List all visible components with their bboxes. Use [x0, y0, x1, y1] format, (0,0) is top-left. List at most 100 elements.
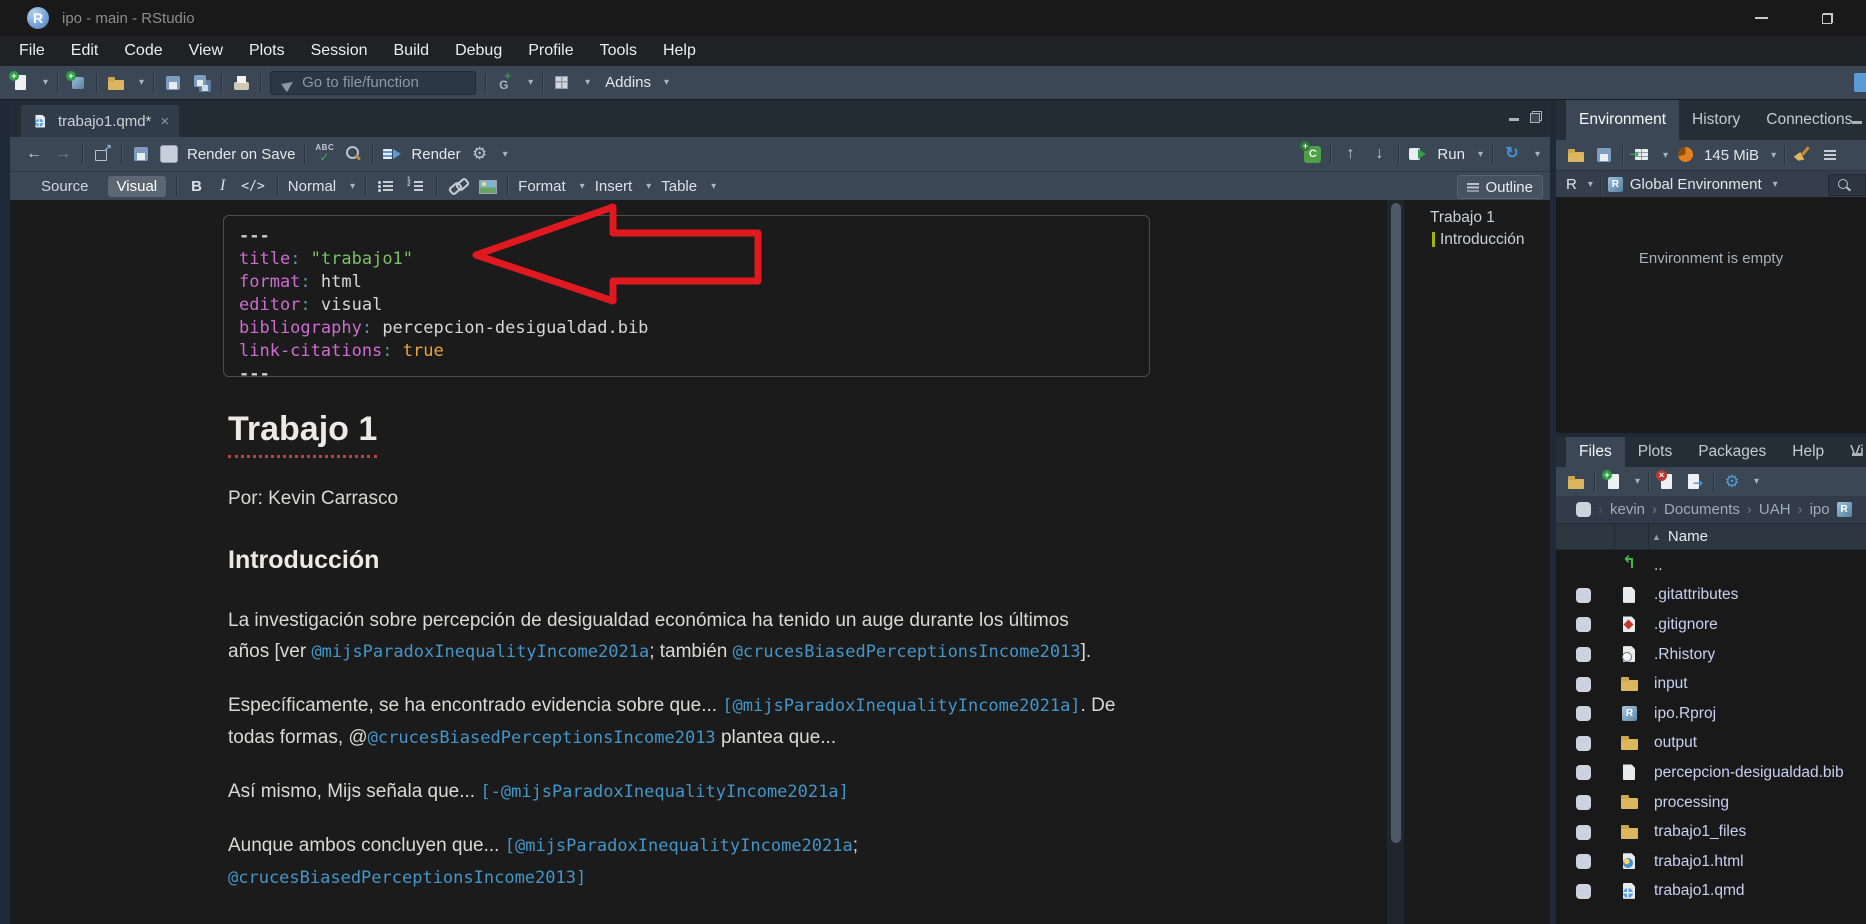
save-workspace-icon[interactable] — [1594, 145, 1614, 165]
files-tab-packages[interactable]: Packages — [1685, 437, 1779, 467]
env-tab-history[interactable]: History — [1679, 100, 1753, 140]
file-name[interactable]: .. — [1654, 557, 1663, 575]
outline-item-introducci-n[interactable]: Introducción — [1406, 229, 1550, 251]
file-checkbox[interactable] — [1576, 736, 1591, 751]
file-checkbox[interactable] — [1576, 617, 1591, 632]
broom-icon[interactable] — [1793, 145, 1813, 165]
files-header-row[interactable]: ▲ Name — [1556, 523, 1866, 550]
file-name[interactable]: .Rhistory — [1654, 646, 1715, 664]
menu-item-build[interactable]: Build — [381, 36, 443, 66]
file-checkbox[interactable] — [1576, 706, 1591, 721]
language-dropdown[interactable]: R — [1566, 176, 1577, 193]
file-name[interactable]: trabajo1.html — [1654, 853, 1744, 871]
render-on-save-checkbox[interactable] — [160, 145, 178, 163]
visual-editor-canvas[interactable]: ---title: "trabajo1"format: htmleditor: … — [10, 200, 1550, 924]
close-tab-icon[interactable]: × — [160, 113, 169, 130]
file-row-input[interactable]: input — [1556, 669, 1866, 699]
scope-dropdown[interactable]: Global Environment — [1630, 176, 1762, 193]
file-row-processing[interactable]: processing — [1556, 788, 1866, 818]
table-caret-icon[interactable]: ▾ — [711, 181, 716, 192]
file-checkbox[interactable] — [1576, 854, 1591, 869]
open-file-caret-icon[interactable]: ▾ — [139, 77, 144, 88]
citation-link[interactable]: [@mijsParadoxInequalityIncome2021a — [505, 836, 853, 856]
file-row-trabajo1-html[interactable]: trabajo1.html — [1556, 847, 1866, 877]
menu-item-edit[interactable]: Edit — [58, 36, 112, 66]
document-body[interactable]: Trabajo 1 Por: Kevin Carrasco Introducci… — [228, 410, 1238, 916]
breadcrumb-item-ipo[interactable]: ipo — [1810, 501, 1830, 518]
file-row-trabajo1-qmd[interactable]: trabajo1.qmd — [1556, 877, 1866, 907]
search-icon[interactable] — [343, 144, 363, 164]
file-row-percepcion-desigualdad-bib[interactable]: percepcion-desigualdad.bib — [1556, 758, 1866, 788]
yaml-front-matter-block[interactable]: ---title: "trabajo1"format: htmleditor: … — [223, 215, 1150, 377]
panes-grid-button[interactable] — [552, 73, 572, 93]
breadcrumb-item-documents[interactable]: Documents — [1664, 501, 1740, 518]
editor-scrollbar[interactable] — [1386, 200, 1405, 924]
link-icon[interactable] — [447, 176, 467, 196]
insert-caret-icon[interactable]: ▾ — [646, 181, 651, 192]
source-mode-button[interactable]: Source — [32, 176, 98, 197]
render-settings-caret-icon[interactable]: ▾ — [503, 149, 508, 160]
file-checkbox[interactable] — [1576, 825, 1591, 840]
run-icon[interactable] — [1408, 144, 1428, 164]
file-row-output[interactable]: output — [1556, 729, 1866, 759]
goto-file-function-field[interactable]: Go to file/function — [270, 71, 476, 95]
file-row-item[interactable]: .. — [1556, 551, 1866, 581]
file-row-ipo-rproj[interactable]: ipo.Rproj — [1556, 699, 1866, 729]
editor-tab-trabajo1[interactable]: trabajo1.qmd* × — [21, 105, 179, 137]
delete-file-icon[interactable] — [1657, 472, 1677, 492]
minimize-pane-icon[interactable] — [1851, 446, 1863, 458]
file-name[interactable]: input — [1654, 675, 1688, 693]
citation-link[interactable]: [@mijsParadoxInequalityIncome2021a] — [722, 696, 1080, 716]
editor-scrollbar-thumb[interactable] — [1391, 203, 1401, 843]
maximize-pane-icon[interactable] — [1530, 111, 1542, 123]
addins-caret-icon[interactable]: ▾ — [664, 77, 669, 88]
memory-caret-icon[interactable]: ▾ — [1771, 150, 1776, 161]
file-checkbox[interactable] — [1576, 765, 1591, 780]
visual-mode-button[interactable]: Visual — [108, 176, 167, 197]
file-name[interactable]: trabajo1_files — [1654, 823, 1746, 841]
menu-item-file[interactable]: File — [6, 36, 58, 66]
spellcheck-icon[interactable] — [314, 144, 334, 164]
file-row-rhistory[interactable]: .Rhistory — [1556, 640, 1866, 670]
files-tab-files[interactable]: Files — [1566, 437, 1625, 467]
down-icon[interactable]: ↓ — [1369, 144, 1389, 164]
table-menu[interactable]: Table — [661, 178, 697, 195]
vcs-button[interactable] — [495, 73, 515, 93]
panes-caret-icon[interactable]: ▾ — [585, 77, 590, 88]
minimize-button[interactable] — [1744, 0, 1778, 36]
back-icon[interactable]: ← — [24, 144, 44, 164]
forward-icon[interactable]: → — [53, 144, 73, 164]
minimize-pane-icon[interactable] — [1851, 114, 1863, 126]
memory-pie-icon[interactable] — [1676, 145, 1696, 165]
render-icon[interactable] — [382, 144, 402, 164]
breadcrumb-item-kevin[interactable]: kevin — [1610, 501, 1645, 518]
paragraph-style-caret-icon[interactable]: ▾ — [350, 181, 355, 192]
rerun-icon[interactable]: ↻ — [1502, 144, 1522, 164]
save-button[interactable] — [163, 73, 183, 93]
select-all-checkbox[interactable] — [1576, 502, 1591, 517]
file-checkbox[interactable] — [1576, 647, 1591, 662]
menu-item-help[interactable]: Help — [650, 36, 709, 66]
file-checkbox[interactable] — [1576, 588, 1591, 603]
load-workspace-icon[interactable] — [1566, 145, 1586, 165]
file-row-gitignore[interactable]: .gitignore — [1556, 610, 1866, 640]
file-checkbox[interactable] — [1576, 795, 1591, 810]
run-button[interactable]: Run — [1437, 146, 1465, 163]
code-icon[interactable]: </> — [239, 179, 266, 194]
insert-menu[interactable]: Insert — [595, 178, 633, 195]
save-document-button[interactable] — [131, 144, 151, 164]
menu-item-tools[interactable]: Tools — [587, 36, 650, 66]
memory-usage-label[interactable]: 145 MiB — [1704, 147, 1759, 164]
env-tab-connections[interactable]: Connections — [1753, 100, 1865, 140]
search-field-icon[interactable] — [1828, 174, 1866, 196]
pane-layout-icon[interactable] — [1854, 73, 1866, 92]
scope-caret-icon[interactable]: ▾ — [1773, 179, 1778, 190]
menu-item-code[interactable]: Code — [111, 36, 175, 66]
more-gear-icon[interactable]: ⚙ — [1722, 472, 1742, 492]
bullet-list-icon[interactable] — [376, 176, 396, 196]
file-name[interactable]: .gitattributes — [1654, 586, 1738, 604]
vcs-caret-icon[interactable]: ▾ — [528, 77, 533, 88]
files-tab-plots[interactable]: Plots — [1625, 437, 1685, 467]
format-menu[interactable]: Format — [518, 178, 566, 195]
more-caret-icon[interactable]: ▾ — [1754, 476, 1759, 487]
